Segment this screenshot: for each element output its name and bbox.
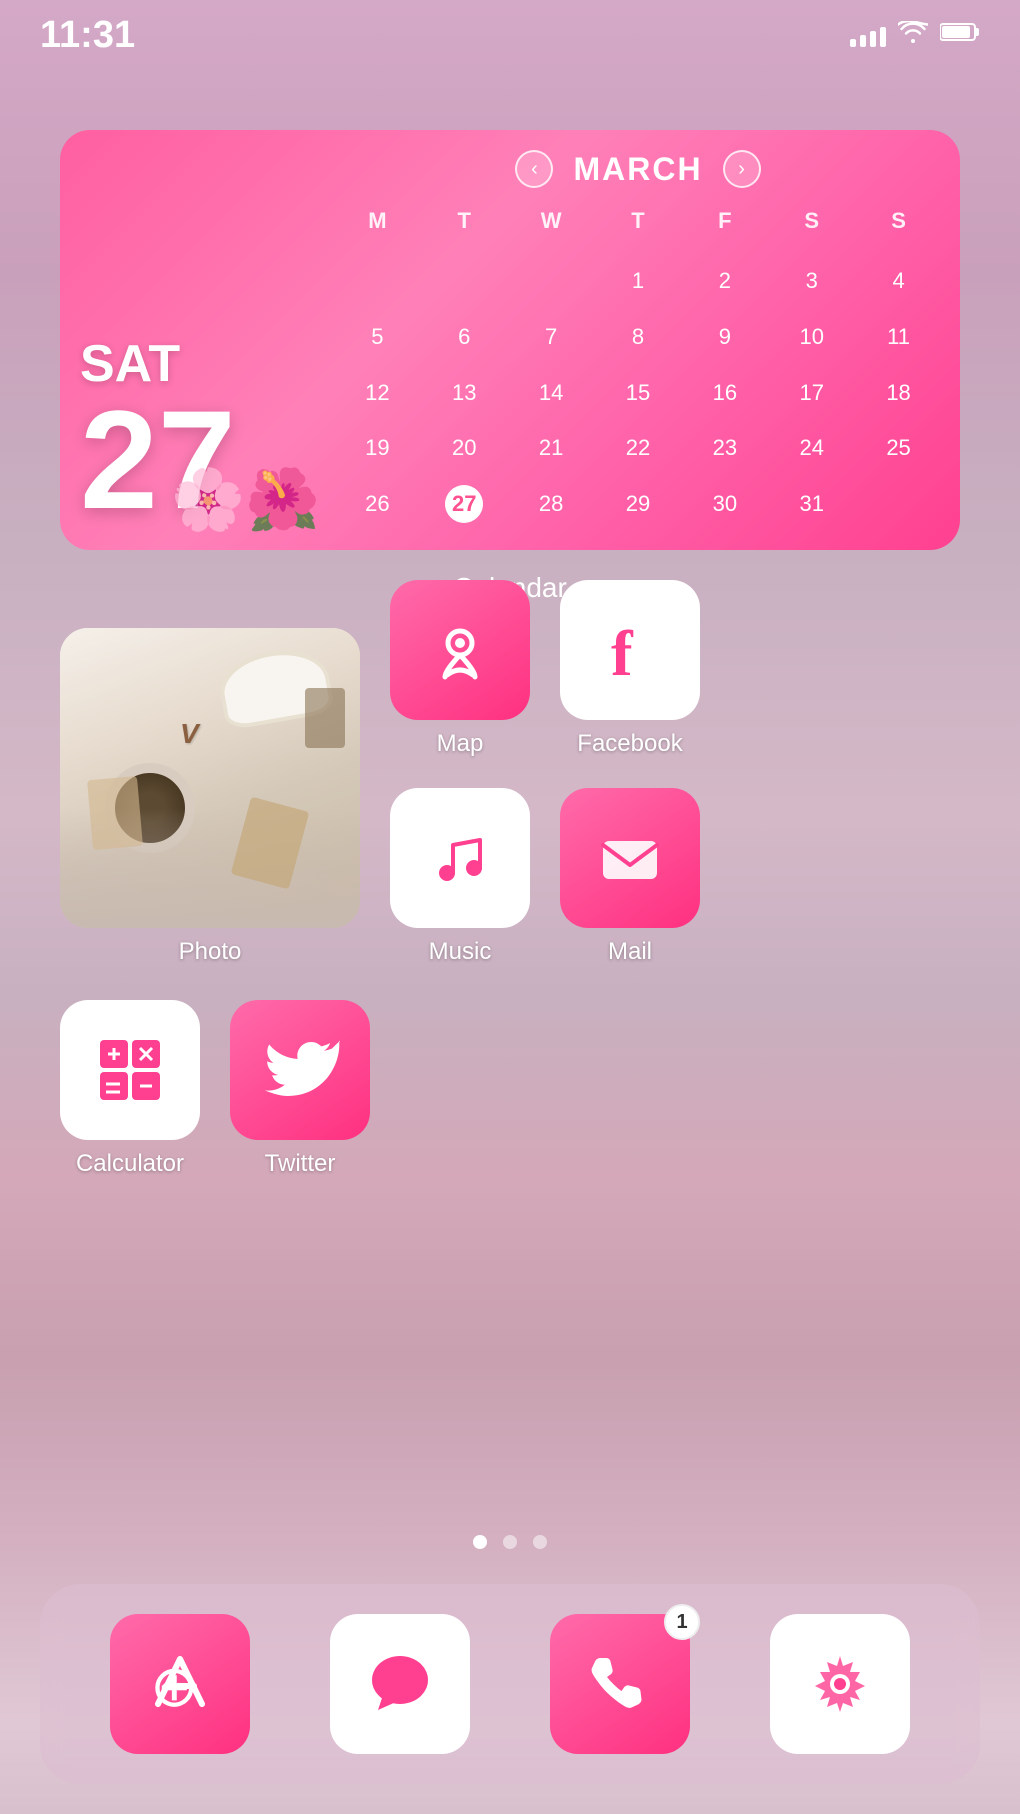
app-item-facebook[interactable]: f Facebook — [560, 580, 700, 758]
calendar-day-cell — [445, 262, 483, 300]
appstore-icon: ⊕ — [110, 1614, 250, 1754]
photo-icon: V — [60, 628, 360, 928]
calendar-day-cell[interactable]: 8 — [619, 318, 657, 356]
dock: ⊕ 1 — [40, 1584, 980, 1784]
calendar-day-cell[interactable]: 22 — [619, 429, 657, 467]
calendar-day-cell[interactable]: 19 — [358, 429, 396, 467]
calendar-day-cell[interactable]: 17 — [793, 374, 831, 412]
facebook-icon: f — [560, 580, 700, 720]
calendar-day-cell[interactable]: 21 — [532, 429, 570, 467]
calendar-day-cell[interactable]: 31 — [793, 485, 831, 523]
app-item-map[interactable]: Map — [390, 580, 530, 758]
calendar-day-cell[interactable]: 5 — [358, 318, 396, 356]
mail-icon — [560, 788, 700, 928]
calendar-day-cell — [532, 262, 570, 300]
calendar-day-cell — [358, 262, 396, 300]
calendar-day-cell[interactable]: 18 — [880, 374, 918, 412]
calendar-header-cell: S — [770, 204, 853, 252]
dock-item-settings[interactable] — [770, 1614, 910, 1754]
music-icon — [390, 788, 530, 928]
calendar-day-cell[interactable]: 29 — [619, 485, 657, 523]
calendar-day-cell[interactable]: 12 — [358, 374, 396, 412]
calendar-header-cell: W — [510, 204, 593, 252]
calendar-day-cell[interactable]: 10 — [793, 318, 831, 356]
calendar-day-cell[interactable]: 15 — [619, 374, 657, 412]
dock-item-phone[interactable]: 1 — [550, 1614, 690, 1754]
page-dot-1 — [473, 1535, 487, 1549]
app-label-facebook: Facebook — [577, 730, 682, 758]
calendar-grid: MTWTFSS123456789101112131415161718192021… — [336, 204, 940, 530]
dock-item-appstore[interactable]: ⊕ — [110, 1614, 250, 1754]
twitter-icon — [230, 1000, 370, 1140]
right-column: f Facebook Mail — [560, 580, 700, 966]
status-icons — [850, 21, 980, 50]
calendar-day-cell[interactable]: 26 — [358, 485, 396, 523]
calendar-day-cell[interactable]: 25 — [880, 429, 918, 467]
app-item-calculator[interactable]: Calculator — [60, 1000, 200, 1178]
middle-column: Map Music — [390, 580, 530, 966]
calendar-day-cell[interactable]: 2 — [706, 262, 744, 300]
dock-item-messages[interactable] — [330, 1614, 470, 1754]
phone-icon: 1 — [550, 1614, 690, 1754]
page-dot-3 — [533, 1535, 547, 1549]
calendar-month: MARCH — [573, 151, 702, 188]
calendar-header-cell: F — [683, 204, 766, 252]
status-time: 11:31 — [40, 14, 135, 57]
calendar-prev-button[interactable]: ‹ — [515, 150, 553, 188]
calendar-day-cell[interactable]: 30 — [706, 485, 744, 523]
app-item-photo[interactable]: V Photo — [60, 628, 360, 966]
app-label-music: Music — [429, 938, 492, 966]
settings-icon — [770, 1614, 910, 1754]
page-dot-2 — [503, 1535, 517, 1549]
calendar-day-cell — [880, 485, 918, 523]
calendar-day-cell[interactable]: 14 — [532, 374, 570, 412]
calendar-day-cell[interactable]: 27 — [445, 485, 483, 523]
calendar-day-cell[interactable]: 24 — [793, 429, 831, 467]
calculator-icon — [60, 1000, 200, 1140]
calendar-grid-panel: ‹ MARCH › MTWTFSS12345678910111213141516… — [336, 150, 940, 530]
calendar-day-cell[interactable]: 11 — [880, 318, 918, 356]
calendar-day-cell[interactable]: 6 — [445, 318, 483, 356]
calendar-header-cell: M — [336, 204, 419, 252]
signal-icon — [850, 23, 886, 47]
calendar-day-cell[interactable]: 13 — [445, 374, 483, 412]
calendar-header-cell: S — [857, 204, 940, 252]
svg-text:f: f — [611, 618, 634, 685]
app-label-twitter: Twitter — [265, 1150, 336, 1178]
calendar-header-cell: T — [597, 204, 680, 252]
calendar-day-cell[interactable]: 3 — [793, 262, 831, 300]
flower-decoration: 🌸🌺 — [171, 470, 320, 530]
calendar-navigation: ‹ MARCH › — [336, 150, 940, 188]
app-item-mail[interactable]: Mail — [560, 788, 700, 966]
app-label-map: Map — [437, 730, 484, 758]
app-row-2: Calculator Twitter — [60, 1000, 370, 1178]
calendar-day-cell[interactable]: 1 — [619, 262, 657, 300]
calendar-day-cell[interactable]: 9 — [706, 318, 744, 356]
calendar-left-panel: SAT 27 🌸🌺 — [80, 150, 320, 530]
app-label-calculator: Calculator — [76, 1150, 184, 1178]
wifi-icon — [898, 21, 928, 50]
phone-badge: 1 — [664, 1604, 700, 1640]
calendar-day-cell[interactable]: 28 — [532, 485, 570, 523]
map-icon — [390, 580, 530, 720]
status-bar: 11:31 — [0, 0, 1020, 70]
calendar-day-cell[interactable]: 20 — [445, 429, 483, 467]
calendar-widget[interactable]: SAT 27 🌸🌺 ‹ MARCH › MTWTFSS1234567891011… — [60, 130, 960, 550]
messages-icon — [330, 1614, 470, 1754]
app-label-photo: Photo — [179, 938, 242, 966]
battery-icon — [940, 21, 980, 49]
app-item-music[interactable]: Music — [390, 788, 530, 966]
calendar-next-button[interactable]: › — [723, 150, 761, 188]
calendar-day-cell[interactable]: 7 — [532, 318, 570, 356]
app-row-1: V Photo Map — [60, 580, 700, 966]
app-item-twitter[interactable]: Twitter — [230, 1000, 370, 1178]
calendar-day-cell[interactable]: 23 — [706, 429, 744, 467]
calendar-header-cell: T — [423, 204, 506, 252]
calendar-day-cell[interactable]: 16 — [706, 374, 744, 412]
page-dots — [473, 1535, 547, 1549]
app-label-mail: Mail — [608, 938, 652, 966]
calendar-day-cell[interactable]: 4 — [880, 262, 918, 300]
